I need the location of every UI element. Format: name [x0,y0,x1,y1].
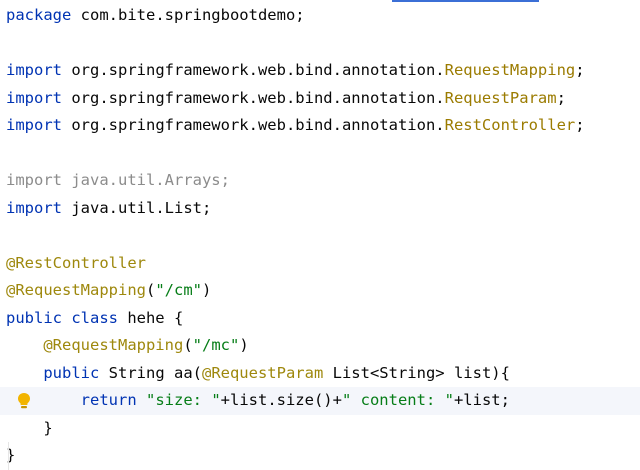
code-token: import java.util.Arrays; [6,171,230,189]
code-token: ) [239,336,249,354]
code-line[interactable]: import org.springframework.web.bind.anno… [0,57,640,85]
code-token: ( [183,336,193,354]
code-line[interactable]: import org.springframework.web.bind.anno… [0,85,640,113]
code-token: String aa( [99,363,202,382]
code-line[interactable]: import org.springframework.web.bind.anno… [0,112,640,140]
code-line[interactable] [0,140,640,168]
code-line[interactable]: @RequestMapping("/mc") [0,332,640,360]
code-token: @RequestMapping [6,281,146,299]
code-line[interactable]: @RestController [0,250,640,278]
code-token: ; [575,116,585,134]
code-token: "/cm" [155,281,202,299]
code-line[interactable]: } [0,415,640,443]
code-token: java.util.List; [62,198,212,217]
code-editor[interactable]: package com.bite.springbootdemo; import o… [0,2,640,470]
code-token: com.bite.springbootdemo; [71,6,305,24]
code-line[interactable] [0,222,640,250]
code-token: ; [556,88,566,107]
code-token: org.springframework.web.bind.annotation. [62,116,445,134]
code-token: "/mc" [192,336,240,354]
code-line[interactable]: import java.util.Arrays; [0,167,640,195]
code-token: +list; [453,391,510,409]
code-line[interactable]: public class hehe { [0,305,640,333]
code-token: ; [575,61,585,79]
code-line[interactable]: package com.bite.springbootdemo; [0,2,640,30]
indent-guide [8,442,9,470]
code-token: hehe { [117,308,184,327]
lightbulb-icon[interactable] [17,392,31,410]
code-line-current[interactable]: return "size: "+list.size()+" content: "… [0,387,640,415]
code-token: ) [202,281,212,299]
code-token: List<String> list){ [323,363,510,382]
code-line[interactable]: public String aa(@RequestParam List<Stri… [0,360,640,388]
code-token: "size: " [146,391,221,409]
code-token: @RestController [6,253,146,272]
code-token: public class [6,308,118,327]
code-token: ( [145,281,156,299]
code-token: import [6,198,62,217]
code-line[interactable] [0,30,640,58]
code-token: import [6,88,62,107]
code-token: public [43,363,100,382]
code-token: " content: " [341,391,454,409]
code-token: import [6,61,62,79]
code-token: org.springframework.web.bind.annotation. [62,61,445,79]
code-token: package [6,6,72,24]
code-token: RestController [444,116,576,134]
code-token: +list.size()+ [220,391,342,409]
code-token: return [80,391,137,409]
code-line[interactable]: @RequestMapping("/cm") [0,277,640,305]
code-token: org.springframework.web.bind.annotation. [62,88,445,107]
code-token: @RequestParam [201,363,324,382]
code-token: RequestMapping [444,61,576,79]
code-token: } [6,418,53,437]
code-token: RequestParam [444,88,557,107]
code-line[interactable]: } [0,442,640,470]
code-line[interactable]: import java.util.List; [0,195,640,223]
code-token: import [6,116,62,134]
code-token: @RequestMapping [43,336,184,354]
